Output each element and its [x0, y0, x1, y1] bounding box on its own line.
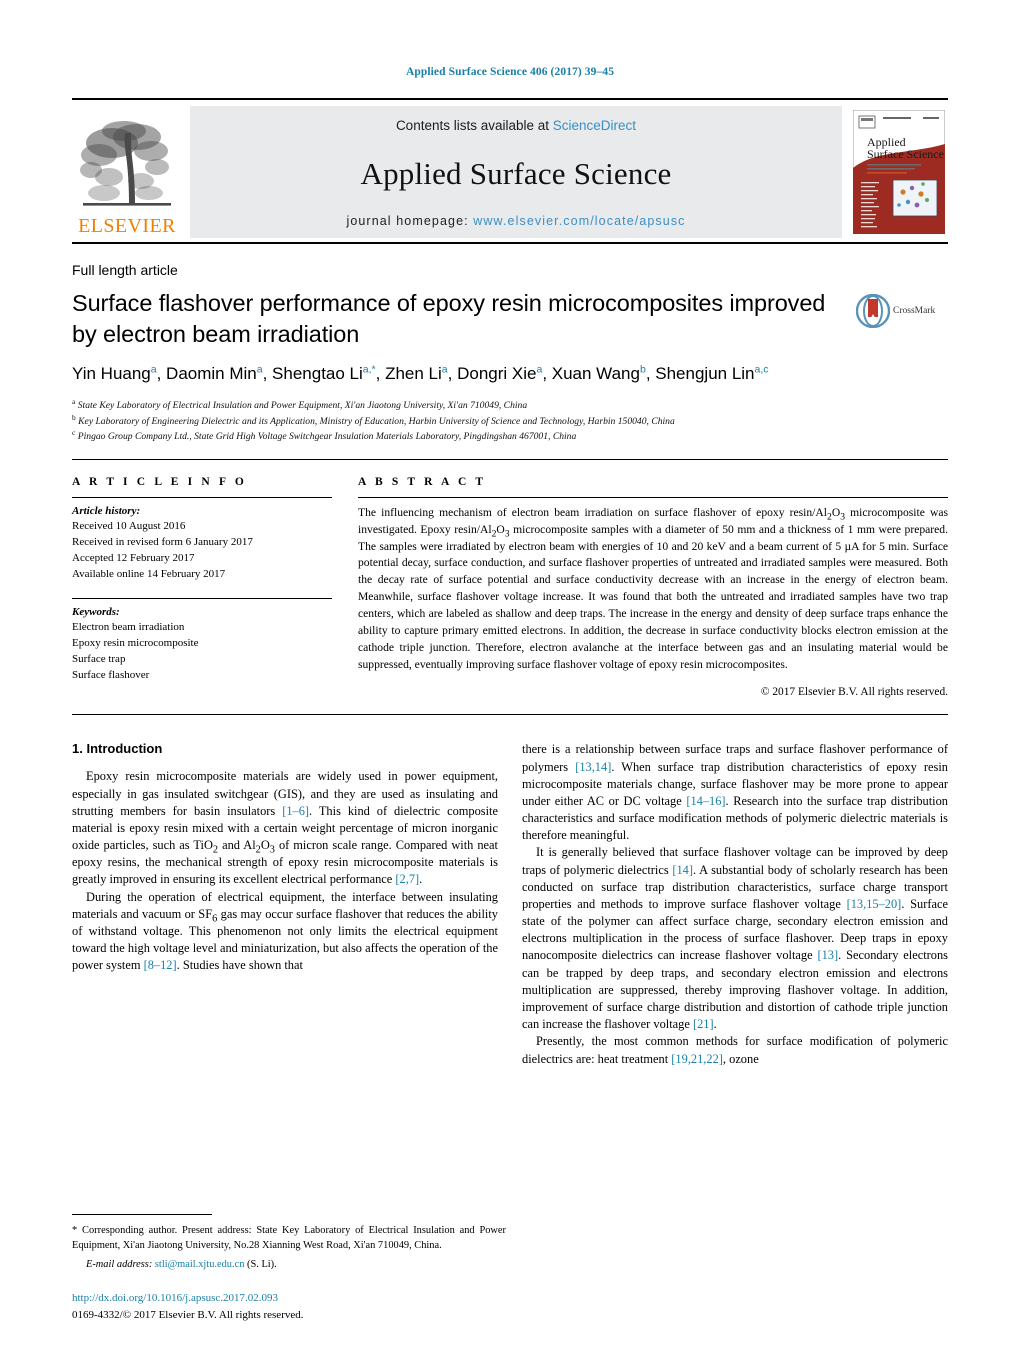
article-info-heading: A R T I C L E I N F O — [72, 475, 247, 488]
abstract-copyright: © 2017 Elsevier B.V. All rights reserved… — [760, 686, 948, 699]
info-abstract-zone: A R T I C L E I N F O Article history: R… — [72, 458, 948, 699]
affiliation-mark: b — [72, 412, 76, 422]
paragraph: Epoxy resin microcomposite materials are… — [72, 769, 499, 887]
body-column-right: there is a relationship between surface … — [522, 741, 948, 1067]
article-type-label: Full length article — [72, 262, 178, 278]
crossmark-label: CrossMark — [893, 306, 936, 316]
abstract-divider — [358, 496, 948, 498]
contents-prefix: Contents lists available at — [395, 118, 553, 133]
journal-title: Applied Surface Science — [360, 155, 672, 191]
paragraph: there is a relationship between surface … — [522, 742, 948, 843]
journal-cover-thumbnail: Applied Surface Science — [850, 106, 948, 238]
sciencedirect-link[interactable]: ScienceDirect — [553, 118, 636, 133]
email-label: E-mail address: — [86, 1259, 153, 1271]
affiliation-mark: a — [72, 397, 76, 407]
crossmark-badge[interactable]: CrossMark — [856, 294, 948, 328]
affiliations: a State Key Laboratory of Electrical Ins… — [72, 398, 948, 445]
article-info-column: A R T I C L E I N F O Article history: R… — [72, 476, 358, 699]
abstract-text: The influencing mechanism of electron be… — [358, 505, 948, 671]
keyword-item: Electron beam irradiation — [72, 621, 185, 633]
elsevier-logo: ELSEVIER — [72, 106, 182, 238]
paragraph: During the operation of electrical equip… — [72, 889, 498, 973]
author-list: Yin Huanga, Daomin Mina, Shengtao Lia,*,… — [72, 363, 769, 384]
history-item: Available online 14 February 2017 — [72, 567, 226, 580]
contents-available-line: Contents lists available at ScienceDirec… — [396, 118, 636, 133]
crossmark-icon — [856, 294, 890, 328]
email-suffix: (S. Li). — [247, 1259, 277, 1271]
info-divider — [72, 496, 332, 498]
issn-copyright-line: 0169-4332/© 2017 Elsevier B.V. All right… — [72, 1308, 304, 1321]
svg-text:Surface Science: Surface Science — [867, 147, 944, 161]
homepage-prefix: journal homepage: — [346, 214, 474, 228]
masthead-center-panel: Contents lists available at ScienceDirec… — [190, 106, 842, 238]
abstract-column: A B S T R A C T The influencing mechanis… — [358, 475, 948, 699]
homepage-url-link[interactable]: www.elsevier.com/locate/apsusc — [473, 214, 685, 228]
keyword-item: Epoxy resin microcomposite — [72, 637, 199, 650]
article-content: Full length article Surface flashover pe… — [72, 262, 948, 1068]
body-column-left: 1. Introduction Epoxy resin microcomposi… — [72, 741, 498, 1067]
affiliation-item: b Key Laboratory of Engineering Dielectr… — [72, 412, 948, 430]
paragraph: It is generally believed that surface fl… — [522, 845, 948, 1032]
article-history-list: Received 10 August 2016 Received in revi… — [72, 518, 332, 582]
page-title: Surface flashover performance of epoxy r… — [72, 290, 826, 347]
abstract-bottom-rule — [72, 714, 948, 716]
journal-cover-image: Applied Surface Science — [853, 110, 945, 234]
footnote-rule — [72, 1214, 212, 1216]
journal-homepage-line: journal homepage: www.elsevier.com/locat… — [346, 214, 685, 228]
affiliation-text: State Key Laboratory of Electrical Insul… — [77, 400, 528, 412]
body-columns: 1. Introduction Epoxy resin microcomposi… — [72, 741, 948, 1067]
email-link[interactable]: stli@mail.xjtu.edu.cn — [155, 1259, 245, 1270]
title-row: Surface flashover performance of epoxy r… — [72, 288, 948, 398]
history-item: Received in revised form 6 January 2017 — [72, 535, 253, 548]
elsevier-wordmark: ELSEVIER — [78, 215, 176, 237]
elsevier-tree-icon — [80, 121, 171, 206]
history-item: Accepted 12 February 2017 — [72, 551, 195, 564]
journal-masthead: ELSEVIER Contents lists available at Sci… — [72, 98, 948, 244]
footnote-area: * Corresponding author. Present address:… — [72, 1214, 506, 1273]
keywords-label: Keywords: — [72, 606, 120, 618]
history-item: Received 10 August 2016 — [72, 519, 186, 532]
paragraph: Presently, the most common methods for s… — [522, 1034, 948, 1066]
keyword-item: Surface trap — [72, 653, 126, 666]
corresponding-author-note: * Corresponding author. Present address:… — [72, 1225, 506, 1252]
article-history-label: Article history: — [72, 504, 141, 517]
running-head: Applied Surface Science 406 (2017) 39–45 — [405, 66, 615, 78]
abstract-heading: A B S T R A C T — [358, 475, 487, 488]
keyword-item: Surface flashover — [72, 669, 150, 682]
email-note: E-mail address: stli@mail.xjtu.edu.cn (S… — [72, 1258, 506, 1273]
keywords-list: Electron beam irradiation Epoxy resin mi… — [72, 619, 332, 683]
title-block: Surface flashover performance of epoxy r… — [72, 288, 856, 398]
doi-link[interactable]: http://dx.doi.org/10.1016/j.apsusc.2017.… — [72, 1290, 506, 1307]
section-heading-introduction: 1. Introduction — [72, 741, 163, 757]
affiliation-item: a State Key Laboratory of Electrical Ins… — [72, 398, 948, 414]
affiliation-mark: c — [72, 428, 76, 438]
keywords-divider — [72, 598, 332, 599]
affiliation-text: Pingao Group Company Ltd., State Grid Hi… — [77, 431, 577, 443]
affiliation-text: Key Laboratory of Engineering Dielectric… — [78, 415, 675, 427]
paper-page: Applied Surface Science 406 (2017) 39–45 — [0, 0, 1020, 1351]
doi-block: http://dx.doi.org/10.1016/j.apsusc.2017.… — [72, 1290, 506, 1323]
affiliation-item: c Pingao Group Company Ltd., State Grid … — [72, 429, 948, 445]
